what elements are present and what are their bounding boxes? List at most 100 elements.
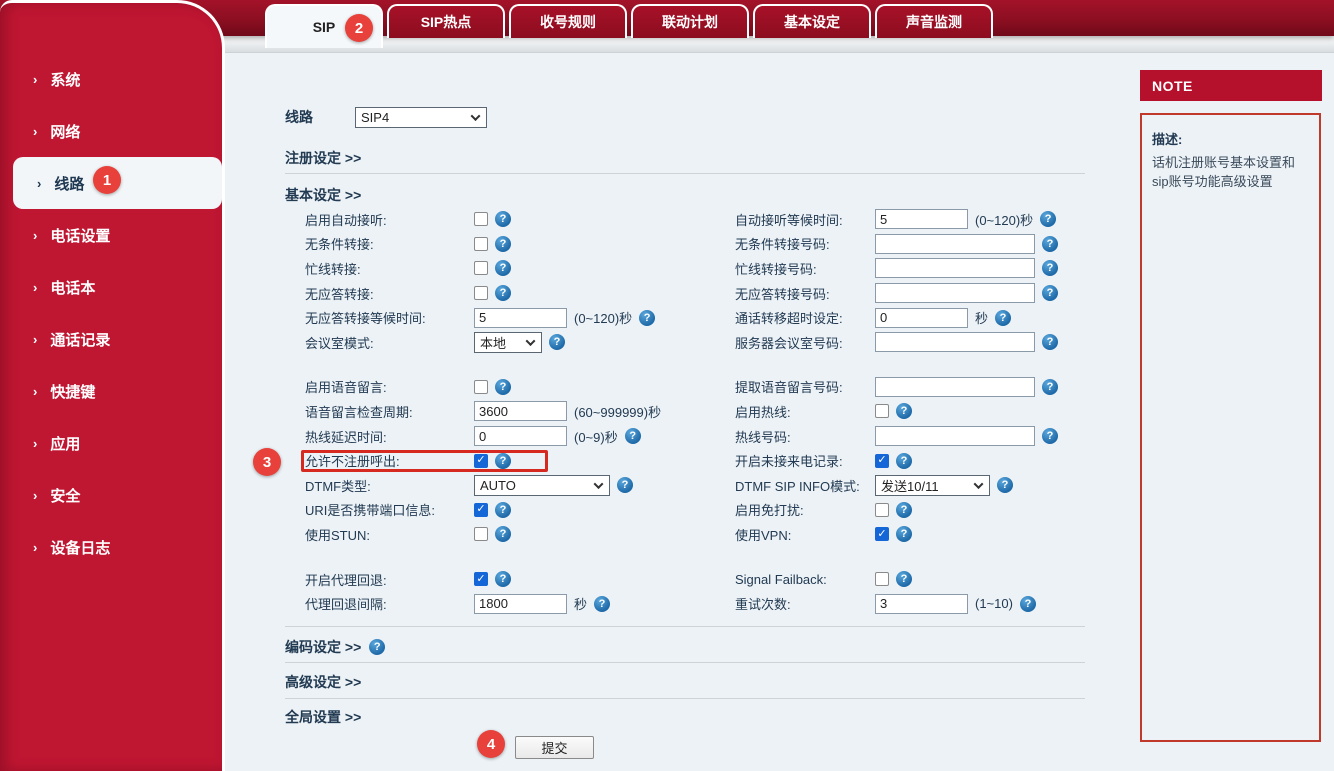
help-icon[interactable]: ? [617,477,633,493]
text-input[interactable] [875,594,968,614]
checkbox[interactable] [474,237,488,251]
help-icon[interactable]: ? [1020,596,1036,612]
text-input[interactable] [875,332,1035,352]
help-icon[interactable]: ? [1042,236,1058,252]
tab-5[interactable]: 基本设定 [753,4,871,38]
checkbox[interactable] [875,503,889,517]
help-icon[interactable]: ? [995,310,1011,326]
text-input[interactable] [875,426,1035,446]
tab-2[interactable]: SIP热点 [387,4,505,38]
text-input[interactable] [875,234,1035,254]
text-input[interactable] [875,308,968,328]
help-icon[interactable]: ? [1042,285,1058,301]
section-global-settings[interactable]: 全局设置 >> [285,707,1085,727]
help-icon[interactable]: ? [625,428,641,444]
text-input[interactable] [875,377,1035,397]
help-icon[interactable]: ? [369,639,385,655]
sidebar-item-5[interactable]: ›电话本 [0,261,222,313]
select[interactable]: 发送10/11 [875,475,990,496]
sidebar-item-6[interactable]: ›通话记录 [0,313,222,365]
checkbox[interactable]: ✓ [875,527,889,541]
select[interactable]: AUTO [474,475,610,496]
section-basic-settings[interactable]: 基本设定 >> [285,185,1085,205]
chevron-down-icon [526,336,536,346]
help-icon[interactable]: ? [896,526,912,542]
sidebar-item-7[interactable]: ›快捷键 [0,365,222,417]
help-icon[interactable]: ? [896,453,912,469]
section-advanced-settings[interactable]: 高级设定 >> [285,672,1085,692]
help-icon[interactable]: ? [1040,211,1056,227]
help-icon[interactable]: ? [896,403,912,419]
help-icon[interactable]: ? [639,310,655,326]
text-input[interactable] [875,258,1035,278]
text-input[interactable] [474,308,567,328]
checkbox[interactable] [875,404,889,418]
divider [285,626,1085,627]
help-icon[interactable]: ? [896,571,912,587]
checkbox[interactable]: ✓ [474,572,488,586]
help-icon[interactable]: ? [1042,334,1058,350]
text-input[interactable] [474,401,567,421]
chevron-right-icon: › [33,124,37,139]
sidebar-item-2[interactable]: ›网络 [0,105,222,157]
field-label: 热线延迟时间: [305,427,474,446]
checkbox[interactable] [474,261,488,275]
checkbox[interactable] [474,527,488,541]
form-field: Signal Failback:? [735,571,1085,587]
help-icon[interactable]: ? [495,236,511,252]
help-icon[interactable]: ? [896,502,912,518]
help-icon[interactable]: ? [997,477,1013,493]
help-icon[interactable]: ? [1042,260,1058,276]
tab-6[interactable]: 声音监测 [875,4,993,38]
sidebar-item-10[interactable]: ›设备日志 [0,521,222,573]
section-register-settings[interactable]: 注册设定 >> [285,148,1085,168]
select-value: AUTO [480,478,516,493]
help-icon[interactable]: ? [495,260,511,276]
help-icon[interactable]: ? [495,211,511,227]
note-panel-header: NOTE [1140,70,1322,101]
tab-4[interactable]: 联动计划 [631,4,749,38]
help-icon[interactable]: ? [495,571,511,587]
text-input[interactable] [474,426,567,446]
checkbox[interactable]: ✓ [875,454,889,468]
note-desc-text: 话机注册账号基本设置和sip账号功能高级设置 [1152,154,1309,192]
divider [285,698,1085,699]
submit-button[interactable]: 提交 [515,736,594,759]
form-field: 无应答转接号码:? [735,283,1085,303]
field-label: 无应答转接等候时间: [305,308,474,327]
checkbox[interactable] [875,572,889,586]
help-icon[interactable]: ? [1042,379,1058,395]
section-codec-settings[interactable]: 编码设定 >> ? [285,636,1085,658]
help-icon[interactable]: ? [549,334,565,350]
sidebar-item-label: 通话记录 [50,329,110,350]
sidebar-item-label: 系统 [50,69,80,90]
text-input[interactable] [474,594,567,614]
step-badge-4: 4 [477,730,505,758]
help-icon[interactable]: ? [495,526,511,542]
help-icon[interactable]: ? [495,285,511,301]
line-select[interactable]: SIP4 [355,107,487,128]
checkbox[interactable]: ✓ [474,454,488,468]
checkbox[interactable] [474,380,488,394]
checkbox[interactable]: ✓ [474,503,488,517]
sidebar-item-4[interactable]: ›电话设置 [0,209,222,261]
select[interactable]: 本地 [474,332,542,353]
text-input[interactable] [875,209,968,229]
sidebar-item-1[interactable]: ›系统 [0,53,222,105]
sidebar-item-8[interactable]: ›应用 [0,417,222,469]
field-label: 热线号码: [735,427,875,446]
help-icon[interactable]: ? [495,453,511,469]
text-input[interactable] [875,283,1035,303]
tab-3[interactable]: 收号规则 [509,4,627,38]
help-icon[interactable]: ? [1042,428,1058,444]
sidebar-item-9[interactable]: ›安全 [0,469,222,521]
help-icon[interactable]: ? [594,596,610,612]
form-field: 使用VPN:✓? [735,525,1085,544]
help-icon[interactable]: ? [495,379,511,395]
line-select-label: 线路 [285,107,355,127]
help-icon[interactable]: ? [495,502,511,518]
checkbox[interactable] [474,286,488,300]
form-row: 允许不注册呼出:✓?开启未接来电记录:✓? [285,448,1085,473]
form-field: 重试次数:(1~10)? [735,594,1085,614]
checkbox[interactable] [474,212,488,226]
